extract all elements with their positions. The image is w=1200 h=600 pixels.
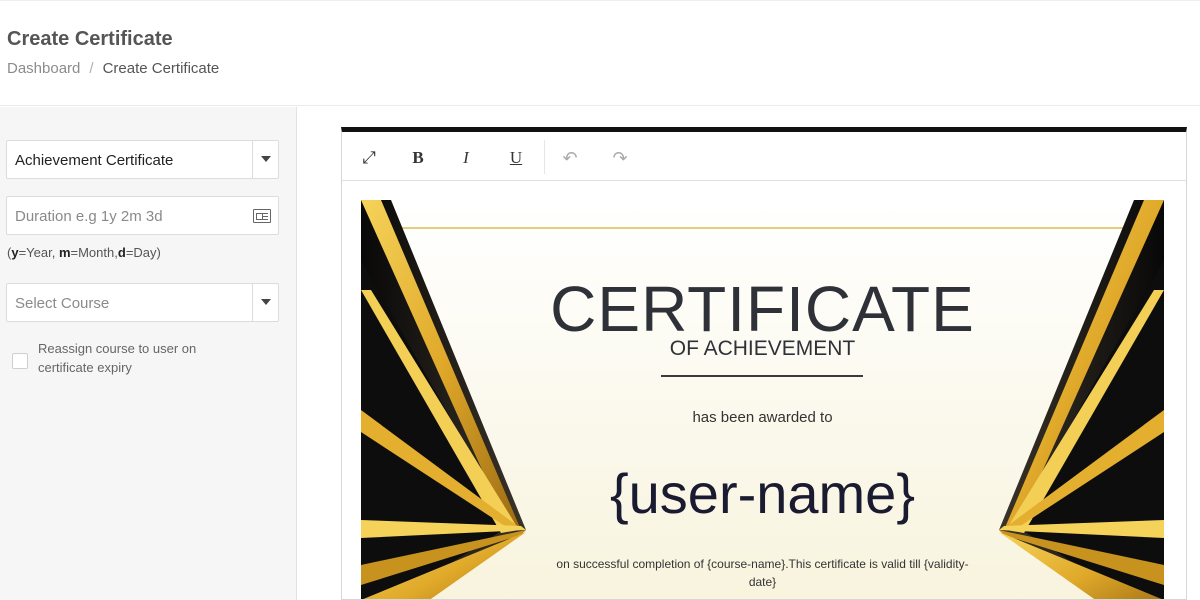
certificate-subtitle: OF ACHIEVEMENT [669,337,856,360]
page-title: Create Certificate [7,28,173,50]
redo-icon[interactable]: ↷ [609,147,631,169]
course-select-placeholder: Select Course [15,295,110,312]
template-select-value: Achievement Certificate [15,152,174,169]
calendar-icon[interactable] [253,209,271,223]
underline-button[interactable]: U [505,147,527,169]
certificate-divider [661,375,863,377]
fullscreen-icon[interactable]: ⤢ [358,147,380,169]
bold-button[interactable]: B [407,147,429,169]
course-select-toggle[interactable] [252,284,278,321]
settings-panel: Achievement Certificate Duration e.g 1y … [0,107,297,600]
certificate-preview: CERTIFICATE OF ACHIEVEMENT has been awar… [361,200,1164,599]
certificate-description: on successful completion of {course-name… [556,557,969,589]
certificate-background [361,200,1164,599]
toolbar-divider [544,140,545,174]
breadcrumb: Dashboard / Create Certificate [7,60,219,77]
chevron-down-icon [261,156,271,162]
chevron-down-icon [261,299,271,305]
template-select-toggle[interactable] [252,141,278,178]
certificate-user-name: {user-name} [609,462,916,525]
breadcrumb-separator: / [89,60,94,77]
duration-input[interactable]: Duration e.g 1y 2m 3d [6,196,279,235]
breadcrumb-current: Create Certificate [102,60,220,77]
italic-button[interactable]: I [455,147,477,169]
certificate-title: CERTIFICATE [550,273,975,345]
undo-icon[interactable]: ↶ [559,147,581,169]
editor-canvas[interactable]: CERTIFICATE OF ACHIEVEMENT has been awar… [342,182,1186,599]
duration-placeholder: Duration e.g 1y 2m 3d [15,208,163,225]
editor-toolbar: ⤢ B I U ↶ ↷ [342,132,1186,181]
duration-hint: (y=Year, m=Month,d=Day) [7,245,161,260]
template-select[interactable]: Achievement Certificate [6,140,279,179]
reassign-checkbox[interactable] [12,353,28,369]
certificate-editor: ⤢ B I U ↶ ↷ CERTIFICATE OF ACHIEVEMENT h… [341,127,1187,600]
reassign-checkbox-label: Reassign course to user on certificate e… [38,341,197,375]
course-select[interactable]: Select Course [6,283,279,322]
certificate-awarded-text: has been awarded to [692,409,833,426]
breadcrumb-dashboard-link[interactable]: Dashboard [7,60,80,77]
page-header: Create Certificate Dashboard / Create Cert… [0,0,1200,106]
